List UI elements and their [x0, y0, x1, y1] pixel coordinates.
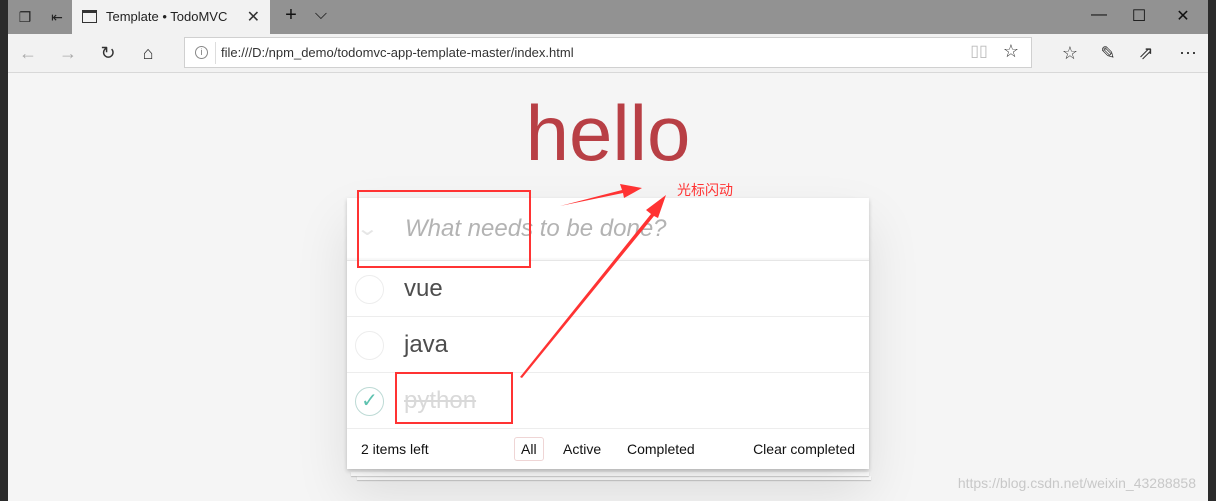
annotation-arrows	[520, 184, 666, 378]
arrow-2	[520, 195, 666, 378]
annotation-label: 光标闪动	[677, 182, 733, 198]
arrow-1	[560, 184, 642, 206]
